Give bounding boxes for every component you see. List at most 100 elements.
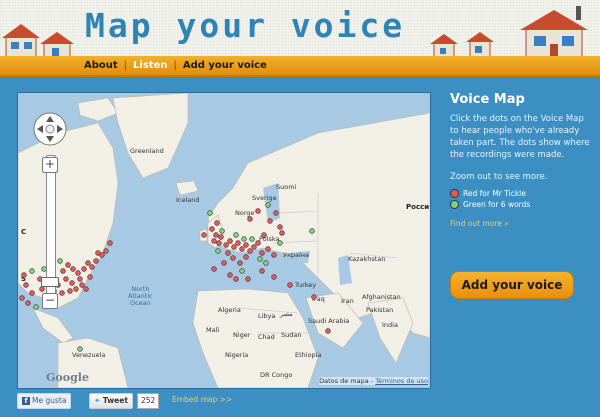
nav-separator: | [173, 60, 177, 71]
legend-red-label: Red for Mr Tickle [463, 189, 526, 198]
main-nav: About | Listen | Add your voice [84, 60, 267, 71]
red-dot [247, 248, 253, 254]
red-dot [243, 242, 249, 248]
voice-map[interactable]: Greenland Iceland Norge Sverige Suomi Ро… [17, 92, 431, 389]
site-header: Map your voice About | Listen | Add your voi… [0, 0, 600, 77]
red-dot [77, 276, 83, 282]
red-dot [237, 260, 243, 266]
tweet-count: 252 [137, 393, 160, 409]
red-dot [265, 246, 271, 252]
nav-add-your-voice[interactable]: Add your voice [183, 60, 267, 71]
red-dot [259, 268, 265, 274]
green-dot [241, 236, 247, 242]
red-dot [227, 272, 233, 278]
facebook-like-label: Me gusta [32, 396, 67, 405]
zoom-hint: Zoom out to see more. [450, 172, 548, 182]
twitter-bird-icon: ✦ [94, 396, 101, 405]
red-dot [211, 238, 217, 244]
find-out-more-link[interactable]: Find out more » [450, 219, 590, 228]
red-dot [277, 224, 283, 230]
green-dot [233, 232, 239, 238]
red-dot [216, 240, 222, 246]
facebook-like-button[interactable]: f Me gusta [17, 393, 72, 409]
terms-link[interactable]: Términos de uso [375, 377, 428, 385]
red-dot [60, 268, 66, 274]
red-dot [209, 226, 215, 232]
red-dot [65, 262, 71, 268]
red-dot [23, 282, 29, 288]
red-dot [107, 240, 113, 246]
red-dot [255, 208, 261, 214]
red-dot [39, 286, 45, 292]
red-dot-icon [450, 189, 459, 198]
red-dot [214, 220, 220, 226]
red-dot [261, 232, 267, 238]
red-dot [93, 258, 99, 264]
red-dot [239, 246, 245, 252]
red-dot [259, 250, 265, 256]
tweet-label: Tweet [102, 396, 128, 405]
red-dot [67, 288, 73, 294]
red-dot [267, 218, 273, 224]
nav-listen[interactable]: Listen [133, 60, 167, 71]
red-dot [311, 294, 317, 300]
green-dot [33, 304, 39, 310]
red-dot [25, 300, 31, 306]
red-dot [325, 328, 331, 334]
embed-map-link[interactable]: Embed map >> [172, 395, 232, 404]
legend-red: Red for Mr Tickle [450, 189, 590, 198]
legend-green: Green for 6 words [450, 200, 590, 209]
recording-dots[interactable] [18, 93, 430, 388]
red-dot [85, 260, 91, 266]
red-dot [79, 282, 85, 288]
panel-intro: Click the dots on the Voice Map to hear … [450, 114, 590, 160]
green-dot [257, 256, 263, 262]
red-dot [19, 295, 25, 301]
house-illustration-right [430, 6, 600, 60]
red-dot [225, 250, 231, 256]
red-dot [287, 282, 293, 288]
red-dot [211, 266, 217, 272]
map-attribution: Datos de mapa - Términos de uso [319, 377, 428, 385]
green-dot [29, 268, 35, 274]
green-dot [77, 346, 83, 352]
red-dot [87, 274, 93, 280]
red-dot [243, 254, 249, 260]
site-title[interactable]: Map your voice [85, 6, 405, 45]
house-illustration-left [0, 24, 82, 60]
red-dot [271, 274, 277, 280]
red-dot [218, 234, 224, 240]
red-dot [69, 280, 75, 286]
red-dot [81, 266, 87, 272]
pan-control[interactable] [32, 111, 68, 147]
red-dot [227, 238, 233, 244]
red-dot [233, 276, 239, 282]
red-dot [83, 286, 89, 292]
panel-title: Voice Map [450, 92, 525, 107]
green-dot [239, 268, 245, 274]
red-dot [75, 270, 81, 276]
zoom-out-button[interactable]: − [42, 293, 58, 309]
red-dot [235, 240, 241, 246]
google-logo[interactable]: Google [46, 371, 89, 384]
zoom-in-button[interactable]: + [42, 157, 58, 173]
red-dot [279, 230, 285, 236]
red-dot [63, 276, 69, 282]
nav-bar: About | Listen | Add your voice [0, 56, 600, 77]
red-dot [255, 240, 261, 246]
green-dot [249, 236, 255, 242]
green-dot [207, 210, 213, 216]
red-dot [251, 244, 257, 250]
red-dot [89, 264, 95, 270]
red-dot [70, 266, 76, 272]
red-dot [201, 232, 207, 238]
green-dot [265, 202, 271, 208]
nav-about[interactable]: About [84, 60, 118, 71]
red-dot [245, 276, 251, 282]
add-your-voice-button[interactable]: Add your voice [450, 271, 574, 299]
zoom-slider-thumb[interactable] [41, 277, 59, 287]
tweet-button[interactable]: ✦ Tweet [89, 393, 133, 409]
info-panel: Voice Map Click the dots on the Voice Ma… [450, 92, 590, 228]
nav-separator: | [123, 60, 128, 71]
red-dot [29, 290, 35, 296]
